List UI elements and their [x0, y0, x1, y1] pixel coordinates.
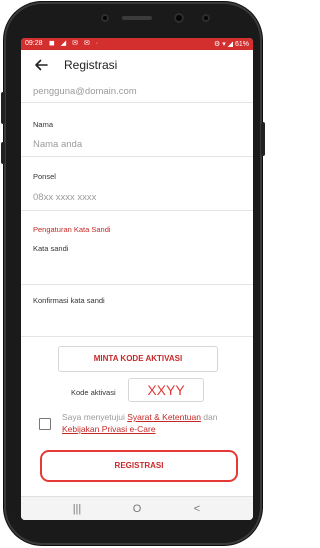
terms-link[interactable]: Syarat & Ketentuan [127, 412, 201, 422]
back-arrow-icon[interactable] [33, 57, 49, 73]
divider [21, 156, 253, 157]
proximity-sensor-icon [202, 14, 210, 22]
earpiece-speaker [122, 16, 152, 20]
home-icon[interactable]: O [127, 502, 147, 516]
notification-icons: ◼ ◢ ✉ ✉ · [49, 40, 101, 47]
front-camera-icon [101, 14, 109, 22]
divider [21, 336, 253, 337]
password-section-title: Pengaturan Kata Sandi [33, 225, 111, 234]
agreement-middle: dan [200, 412, 218, 422]
page-title: Registrasi [64, 58, 118, 72]
iris-scanner-icon [174, 13, 184, 23]
phone-screen: 09:28 ◼ ◢ ✉ ✉ · ⚙ ▾ ◢ 61% Registrasi pen… [21, 38, 253, 520]
konfirmasi-input[interactable] [33, 306, 243, 328]
divider [21, 210, 253, 211]
recent-apps-icon[interactable]: ||| [67, 502, 87, 516]
divider [21, 284, 253, 285]
android-nav-bar: ||| O < [21, 496, 253, 520]
bixby-button [1, 142, 5, 164]
privacy-policy-link[interactable]: Kebijakan Privasi e-Care [62, 424, 156, 434]
register-button[interactable]: REGISTRASI [40, 450, 238, 482]
nama-input[interactable]: Nama anda [33, 139, 82, 150]
app-bar: Registrasi [21, 50, 253, 80]
agreement-checkbox[interactable] [39, 418, 51, 430]
ponsel-input[interactable]: 08xx xxxx xxxx [33, 192, 96, 203]
back-nav-icon[interactable]: < [187, 502, 207, 516]
power-button [261, 122, 265, 156]
ponsel-label: Ponsel [33, 172, 56, 181]
agreement-text: Saya menyetujui Syarat & Ketentuan dan K… [62, 411, 252, 435]
phone-frame: 09:28 ◼ ◢ ✉ ✉ · ⚙ ▾ ◢ 61% Registrasi pen… [1, 2, 265, 545]
status-right-icons: ⚙ ▾ ◢ 61% [213, 41, 249, 48]
activation-code-label: Kode aktivasi [71, 388, 116, 397]
phone-top-bezel [4, 2, 262, 40]
kata-sandi-label: Kata sandi [33, 244, 69, 253]
status-time: 09:28 [25, 40, 43, 47]
agreement-prefix: Saya menyetujui [62, 412, 128, 422]
konfirmasi-label: Konfirmasi kata sandi [33, 296, 105, 305]
nama-label: Nama [33, 120, 54, 129]
email-field[interactable]: pengguna@domain.com [33, 86, 137, 97]
kata-sandi-input[interactable] [33, 254, 243, 276]
status-bar: 09:28 ◼ ◢ ✉ ✉ · ⚙ ▾ ◢ 61% [21, 38, 253, 50]
activation-code-input[interactable]: XXYY [128, 378, 204, 402]
volume-button [1, 92, 5, 124]
request-activation-code-button[interactable]: MINTA KODE AKTIVASI [58, 346, 218, 372]
divider [21, 102, 253, 103]
